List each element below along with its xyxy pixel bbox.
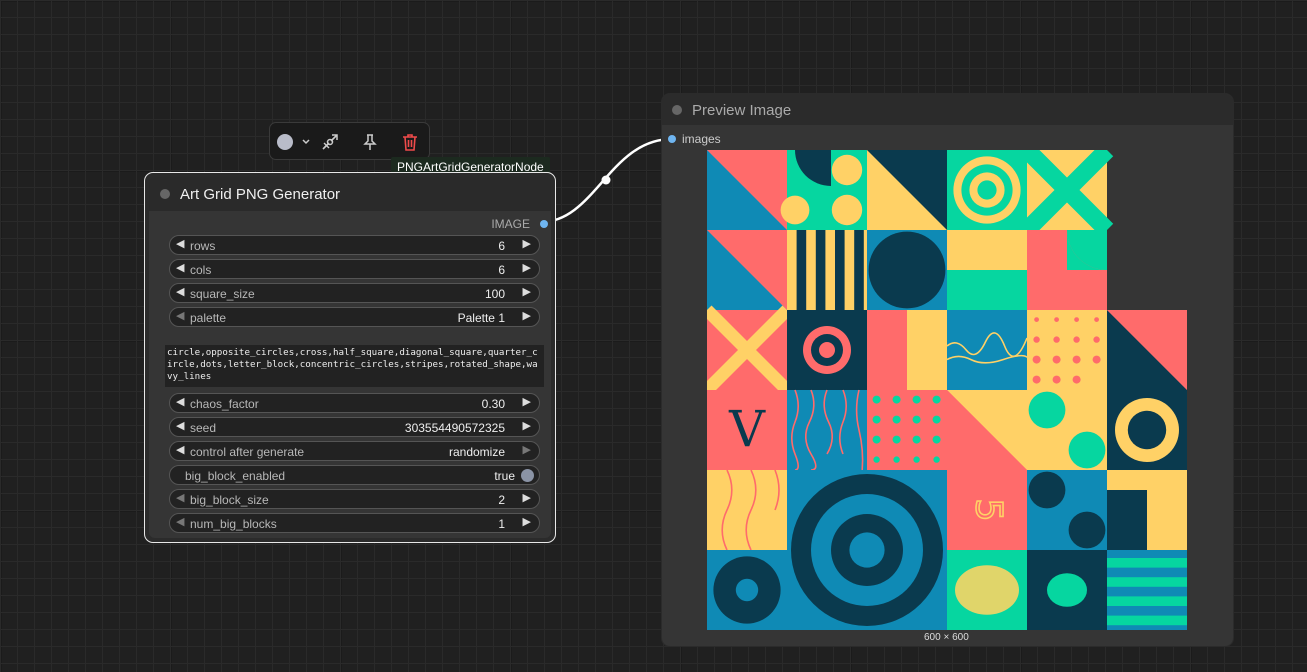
preview-image[interactable]: V 5	[707, 150, 1187, 630]
output-label: IMAGE	[491, 217, 530, 231]
node-toolbar	[269, 122, 430, 160]
widget-chaos-factor[interactable]: ◀ chaos_factor 0.30 ▶	[169, 393, 540, 413]
decrement-arrow-icon[interactable]: ◀	[176, 285, 184, 298]
widget-value: 303554490572325	[404, 421, 505, 435]
increment-arrow-icon[interactable]: ▶	[523, 491, 531, 504]
widget-value: 1	[498, 517, 505, 531]
output-slot-image[interactable]	[540, 220, 548, 228]
bypass-button[interactable]	[318, 131, 342, 153]
pin-icon	[363, 134, 377, 150]
decrement-arrow-icon[interactable]: ◀	[176, 443, 184, 456]
color-circle-icon	[277, 134, 310, 150]
widget-label: square_size	[190, 287, 255, 301]
node-title-bar[interactable]: Art Grid PNG Generator	[149, 177, 551, 211]
collapse-dot[interactable]	[672, 105, 682, 115]
widget-palette[interactable]: ◀ palette Palette 1 ▶	[169, 307, 540, 327]
input-label: images	[682, 132, 721, 146]
decrement-arrow-icon[interactable]: ◀	[176, 261, 184, 274]
increment-arrow-icon[interactable]: ▶	[523, 237, 531, 250]
widget-label: big_block_enabled	[185, 469, 286, 483]
input-slot-images[interactable]	[668, 135, 676, 143]
node-title: Preview Image	[692, 102, 792, 119]
decrement-arrow-icon[interactable]: ◀	[176, 237, 184, 250]
widget-label: rows	[190, 239, 216, 253]
widget-label: big_block_size	[190, 493, 269, 507]
decrement-arrow-icon[interactable]: ◀	[176, 515, 184, 528]
increment-arrow-icon[interactable]: ▶	[523, 515, 531, 528]
image-size-caption: 600 × 600	[924, 632, 969, 643]
shapes-textarea[interactable]: circle,opposite_circles,cross,half_squar…	[165, 345, 544, 387]
increment-arrow-icon[interactable]: ▶	[523, 419, 531, 432]
widget-num-big-blocks[interactable]: ◀ num_big_blocks 1 ▶	[169, 513, 540, 533]
bypass-icon	[322, 134, 338, 150]
widget-value: 2	[498, 493, 505, 507]
art-grid-generator-node[interactable]: Art Grid PNG Generator IMAGE ◀ rows 6 ▶ …	[144, 172, 556, 543]
increment-arrow-icon[interactable]: ▶	[523, 395, 531, 408]
color-picker-button[interactable]	[276, 131, 310, 153]
widget-cols[interactable]: ◀ cols 6 ▶	[169, 259, 540, 279]
widget-value: 6	[498, 239, 505, 253]
widget-label: seed	[190, 421, 217, 435]
increment-arrow-icon[interactable]: ▶	[523, 285, 531, 298]
collapse-dot[interactable]	[160, 189, 170, 199]
decrement-arrow-icon[interactable]: ◀	[176, 419, 184, 432]
widget-rows[interactable]: ◀ rows 6 ▶	[169, 235, 540, 255]
trash-icon	[403, 134, 417, 151]
art-letter: V	[728, 400, 766, 458]
increment-arrow-icon[interactable]: ▶	[523, 443, 531, 456]
delete-button[interactable]	[398, 131, 422, 153]
widget-control-after-generate[interactable]: ◀ control after generate randomize ▶	[169, 441, 540, 461]
widget-label: num_big_blocks	[190, 517, 277, 531]
widget-label: cols	[190, 263, 212, 277]
node-title-bar[interactable]: Preview Image	[662, 94, 1233, 125]
decrement-arrow-icon[interactable]: ◀	[176, 395, 184, 408]
widget-square-size[interactable]: ◀ square_size 100 ▶	[169, 283, 540, 303]
widget-big-block-size[interactable]: ◀ big_block_size 2 ▶	[169, 489, 540, 509]
widget-value: 0.30	[481, 397, 505, 411]
increment-arrow-icon[interactable]: ▶	[523, 261, 531, 274]
increment-arrow-icon[interactable]: ▶	[523, 309, 531, 322]
widget-label: palette	[190, 311, 227, 325]
toggle-knob-icon[interactable]	[521, 469, 534, 482]
widget-label: chaos_factor	[190, 397, 259, 411]
widget-label: control after generate	[190, 445, 305, 459]
art-digit: 5	[968, 498, 1011, 521]
preview-image-node[interactable]: Preview Image images V 5 600 × 600	[662, 94, 1233, 646]
widget-value: true	[494, 469, 515, 483]
decrement-arrow-icon[interactable]: ◀	[176, 309, 184, 322]
pin-button[interactable]	[358, 131, 382, 153]
node-title: Art Grid PNG Generator	[180, 186, 341, 203]
widget-value: randomize	[448, 445, 505, 459]
widget-value: 100	[484, 287, 505, 301]
widget-seed[interactable]: ◀ seed 303554490572325 ▶	[169, 417, 540, 437]
node-body: Art Grid PNG Generator IMAGE ◀ rows 6 ▶ …	[149, 177, 551, 538]
widget-value: 6	[498, 263, 505, 277]
widget-value: Palette 1	[457, 311, 505, 325]
decrement-arrow-icon[interactable]: ◀	[176, 491, 184, 504]
widget-big-block-enabled[interactable]: big_block_enabled true	[169, 465, 540, 485]
